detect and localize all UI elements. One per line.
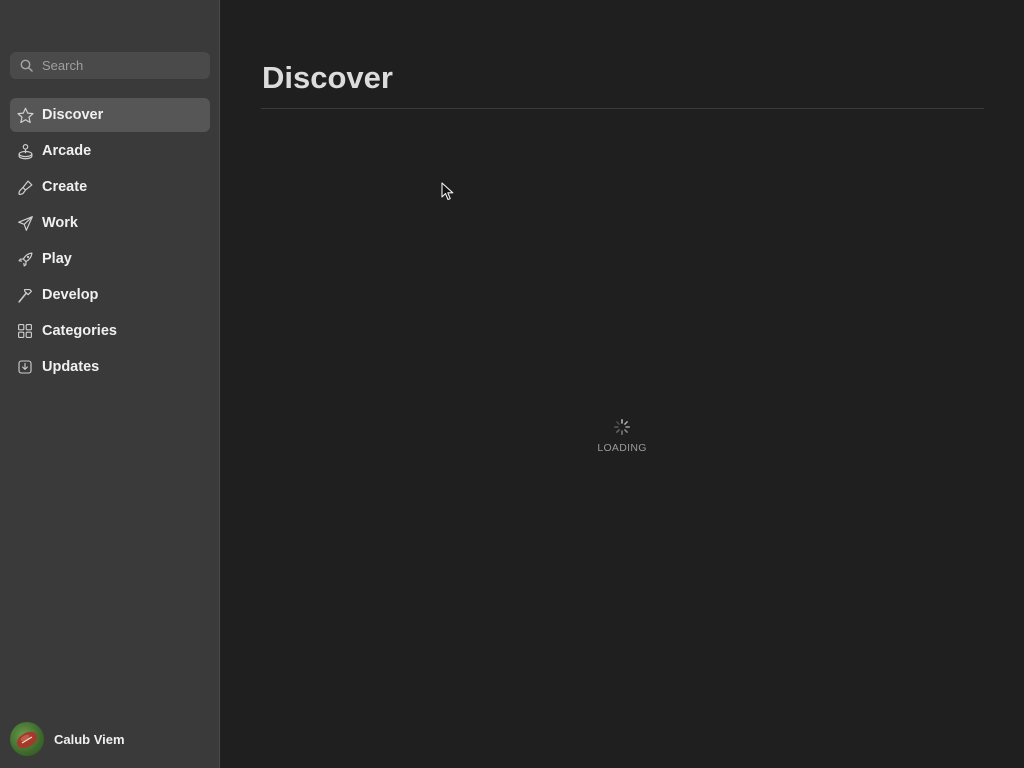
- sidebar-item-categories[interactable]: Categories: [10, 314, 210, 348]
- star-icon: [16, 106, 34, 124]
- sidebar-item-play[interactable]: Play: [10, 242, 210, 276]
- mouse-pointer-icon: [441, 182, 455, 202]
- search-field[interactable]: [10, 52, 210, 79]
- sidebar-item-develop[interactable]: Develop: [10, 278, 210, 312]
- sidebar-item-label: Create: [42, 179, 88, 195]
- page-title: Discover: [262, 60, 393, 95]
- download-box-icon: [16, 358, 34, 376]
- main-content: Discover LOADING: [220, 0, 1024, 768]
- sidebar-item-label: Play: [42, 251, 72, 267]
- brush-icon: [16, 178, 34, 196]
- paper-plane-icon: [16, 214, 34, 232]
- loading-label: LOADING: [597, 442, 647, 454]
- sidebar-item-work[interactable]: Work: [10, 206, 210, 240]
- sidebar-item-label: Develop: [42, 287, 99, 303]
- sidebar-item-discover[interactable]: Discover: [10, 98, 210, 132]
- user-name: Calub Viem: [54, 731, 125, 747]
- grid-icon: [16, 322, 34, 340]
- app-window: Discover Arcade: [0, 0, 1024, 768]
- hammer-icon: [16, 286, 34, 304]
- search-icon: [18, 58, 34, 74]
- sidebar-item-label: Arcade: [42, 143, 92, 159]
- sidebar-item-label: Work: [42, 215, 78, 231]
- sidebar-item-updates[interactable]: Updates: [10, 350, 210, 384]
- rocket-icon: [16, 250, 34, 268]
- avatar[interactable]: [10, 722, 44, 756]
- sidebar-item-arcade[interactable]: Arcade: [10, 134, 210, 168]
- spinner-icon: [613, 418, 631, 436]
- sidebar-item-label: Discover: [42, 107, 104, 123]
- sidebar-item-label: Updates: [42, 359, 100, 375]
- user-profile[interactable]: Calub Viem: [10, 722, 125, 756]
- title-divider: [261, 108, 984, 109]
- sidebar-item-create[interactable]: Create: [10, 170, 210, 204]
- search-input[interactable]: [42, 58, 192, 73]
- sidebar: Discover Arcade: [0, 0, 220, 768]
- sidebar-nav: Discover Arcade Create Work Play Develop…: [10, 98, 210, 386]
- joystick-icon: [16, 142, 34, 160]
- sidebar-item-label: Categories: [42, 323, 117, 339]
- loading-indicator: LOADING: [572, 418, 672, 454]
